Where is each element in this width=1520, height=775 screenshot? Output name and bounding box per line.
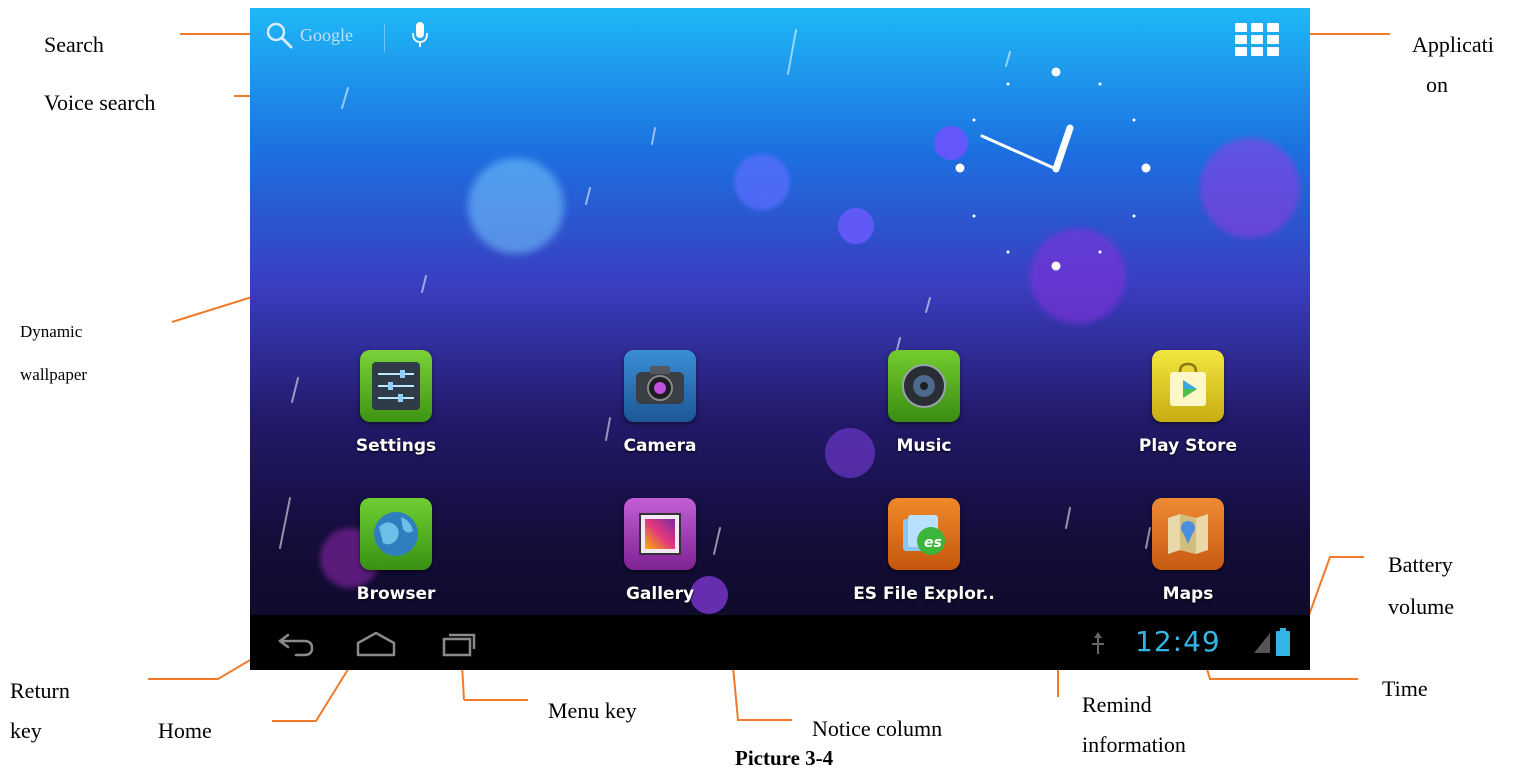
settings-icon	[360, 350, 432, 422]
label-remind-1: Remind	[1082, 692, 1152, 717]
app-browser[interactable]: Browser	[316, 498, 476, 604]
label-application-1: Applicati	[1412, 32, 1494, 57]
maps-icon	[1152, 498, 1224, 570]
app-settings[interactable]: Settings	[316, 350, 476, 456]
app-label: ES File Explor..	[853, 584, 995, 604]
app-label: Browser	[356, 584, 436, 604]
app-label: Gallery	[625, 584, 695, 604]
app-maps[interactable]: Maps	[1108, 498, 1268, 604]
figure-caption: Picture 3-4	[735, 746, 834, 770]
label-return-2: key	[10, 718, 42, 743]
app-label: Play Store	[1138, 436, 1238, 456]
label-notice-column: Notice column	[812, 716, 943, 741]
app-camera[interactable]: Camera	[580, 350, 740, 456]
label-search: Search	[44, 32, 104, 57]
search-bar-text: Google	[300, 24, 353, 45]
label-return-1: Return	[10, 678, 70, 703]
svg-text:es: es	[924, 535, 942, 551]
app-gallery[interactable]: Gallery	[580, 498, 740, 604]
label-home: Home	[158, 718, 212, 743]
usb-notification-icon[interactable]	[1088, 632, 1108, 656]
app-play-store[interactable]: Play Store	[1108, 350, 1268, 456]
tablet-screen: Google Settings Camera Music Play Store …	[250, 8, 1310, 670]
app-drawer-icon[interactable]	[1235, 23, 1279, 57]
play-store-icon	[1152, 350, 1224, 422]
battery-icon[interactable]	[1276, 628, 1290, 656]
label-dynamic-wallpaper-2: wallpaper	[20, 365, 88, 384]
app-music[interactable]: Music	[844, 350, 1004, 456]
app-label: Music	[896, 436, 952, 456]
label-application-2: on	[1426, 72, 1448, 97]
recent-apps-icon[interactable]	[440, 629, 480, 659]
camera-icon	[624, 350, 696, 422]
google-search-bar[interactable]: Google	[264, 20, 353, 50]
label-battery-2: volume	[1388, 594, 1454, 619]
label-voice-search: Voice search	[44, 90, 156, 115]
back-icon[interactable]	[276, 629, 316, 659]
signal-icon	[1254, 633, 1270, 653]
label-battery-1: Battery	[1388, 552, 1453, 577]
home-icon[interactable]	[354, 629, 398, 659]
browser-icon	[360, 498, 432, 570]
es-file-explorer-icon: es	[888, 498, 960, 570]
mic-icon[interactable]	[410, 20, 430, 50]
search-divider	[384, 24, 385, 52]
app-label: Maps	[1162, 584, 1214, 604]
music-icon	[888, 350, 960, 422]
label-menu-key: Menu key	[548, 698, 637, 723]
label-remind-2: information	[1082, 732, 1186, 757]
app-es-file-explorer[interactable]: es ES File Explor..	[844, 498, 1004, 604]
system-bar: 12:49	[250, 615, 1310, 670]
app-label: Settings	[355, 436, 437, 456]
search-icon	[266, 22, 293, 49]
status-time[interactable]: 12:49	[1135, 625, 1221, 658]
label-time: Time	[1382, 676, 1428, 701]
label-dynamic-wallpaper-1: Dynamic	[20, 322, 83, 341]
gallery-icon	[624, 498, 696, 570]
app-label: Camera	[623, 436, 697, 456]
analog-clock-widget[interactable]	[946, 66, 1166, 286]
